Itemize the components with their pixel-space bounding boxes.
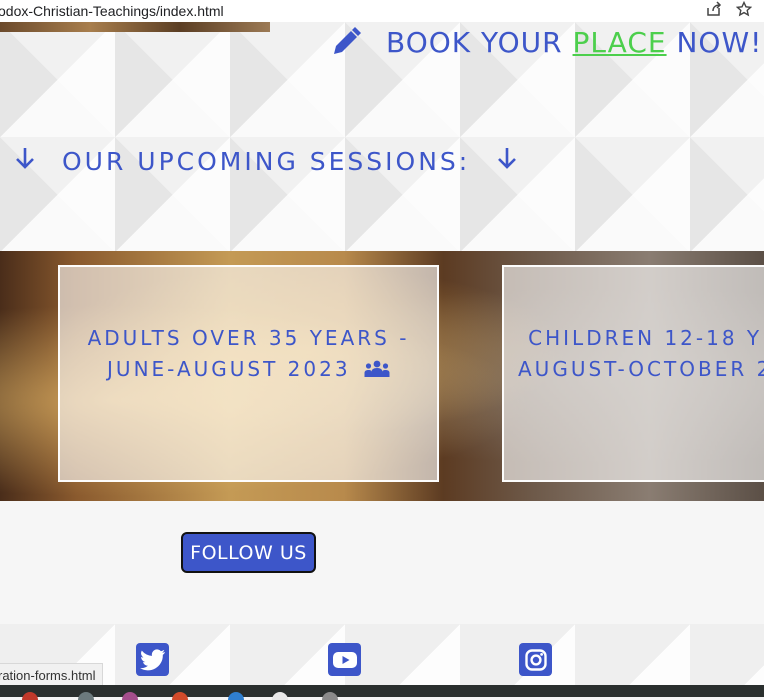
taskbar-app-icon[interactable]	[122, 692, 138, 700]
session-card-adults[interactable]: ADULTS OVER 35 YEARS - JUNE-AUGUST 2023	[58, 265, 439, 482]
users-icon	[364, 360, 390, 377]
link-preview-tooltip: ration-forms.html	[0, 663, 103, 687]
session-card-text: CHILDREN 12-18 Y AUGUST-OCTOBER 2	[518, 323, 764, 385]
youtube-icon[interactable]	[328, 643, 361, 676]
address-bar-actions	[706, 0, 753, 21]
session-card-line2: AUGUST-OCTOBER 2	[518, 356, 764, 381]
arrow-down-icon	[496, 146, 518, 176]
hero-image-edge	[0, 22, 270, 32]
follow-us-button[interactable]: FOLLOW US	[181, 532, 316, 573]
pencil-icon	[334, 27, 361, 54]
share-icon[interactable]	[706, 1, 722, 21]
follow-section: FOLLOW US	[0, 501, 764, 624]
chrome-taskbar-icon[interactable]	[22, 692, 38, 700]
session-card-text: ADULTS OVER 35 YEARS - JUNE-AUGUST 2023	[88, 323, 410, 385]
os-taskbar	[0, 685, 764, 700]
arrow-down-icon	[14, 146, 36, 176]
taskbar-app-icon[interactable]	[78, 692, 94, 700]
taskbar-app-icon[interactable]	[172, 692, 188, 700]
social-links	[0, 624, 764, 685]
sessions-title: OUR UPCOMING SESSIONS:	[62, 146, 471, 176]
session-card-line1: ADULTS OVER 35 YEARS -	[87, 325, 410, 350]
taskbar-app-icon[interactable]	[322, 692, 338, 700]
address-bar[interactable]: odox-Christian-Teachings/index.html	[0, 0, 764, 23]
taskbar-app-icon[interactable]	[228, 692, 244, 700]
sessions-heading: OUR UPCOMING SESSIONS:	[14, 146, 518, 176]
book-suffix: NOW!	[676, 25, 763, 59]
place-link[interactable]: PLACE	[573, 26, 667, 59]
book-place-text: BOOK YOUR PLACE NOW!	[386, 26, 762, 59]
session-card-line1: CHILDREN 12-18 Y	[528, 325, 763, 350]
taskbar-app-icon[interactable]	[272, 692, 288, 700]
url-text[interactable]: odox-Christian-Teachings/index.html	[0, 3, 224, 19]
instagram-icon[interactable]	[519, 643, 552, 676]
book-place-heading: BOOK YOUR PLACE NOW!	[330, 22, 762, 62]
session-card-line2-row: JUNE-AUGUST 2023	[88, 354, 410, 385]
twitter-icon[interactable]	[136, 643, 169, 676]
church-interior-photo: ADULTS OVER 35 YEARS - JUNE-AUGUST 2023 …	[0, 251, 764, 501]
book-prefix: BOOK YOUR	[386, 25, 563, 59]
session-card-line2: JUNE-AUGUST 2023	[107, 356, 351, 381]
star-icon[interactable]	[735, 0, 753, 21]
session-card-children[interactable]: CHILDREN 12-18 Y AUGUST-OCTOBER 2	[502, 265, 764, 482]
